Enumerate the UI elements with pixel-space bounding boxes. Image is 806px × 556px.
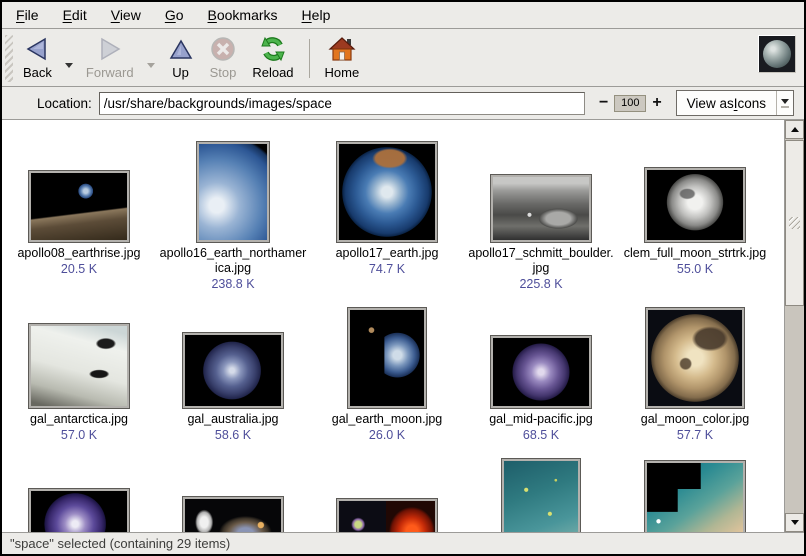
full-moon-thumbnail-icon[interactable] <box>645 168 745 242</box>
mid-pacific-thumbnail-icon[interactable] <box>491 336 591 408</box>
file-item[interactable] <box>464 455 618 532</box>
view-mode-dropdown[interactable]: View as Icons <box>676 90 794 116</box>
throbber-globe-icon <box>763 40 791 68</box>
file-item[interactable]: gal_mid-pacific.jpg 68.5 K <box>464 304 618 443</box>
menu-file[interactable]: File <box>4 3 51 27</box>
menu-help[interactable]: Help <box>290 3 343 27</box>
zoom-out-button[interactable]: − <box>593 92 614 114</box>
content-area: apollo08_earthrise.jpg 20.5 K apollo16_e… <box>2 120 804 532</box>
toolbar-separator <box>309 39 310 78</box>
reload-button[interactable]: Reload <box>244 31 301 86</box>
home-button[interactable]: Home <box>317 31 368 86</box>
back-icon <box>24 35 50 63</box>
view-mode-chevron-icon[interactable] <box>776 91 793 115</box>
file-item[interactable]: gal_earth_moon.jpg 26.0 K <box>310 304 464 443</box>
vertical-scrollbar[interactable] <box>784 120 804 532</box>
scrollbar-thumb[interactable] <box>785 140 804 306</box>
earth-thumbnail-icon[interactable] <box>29 489 129 532</box>
icon-view: apollo08_earthrise.jpg 20.5 K apollo16_e… <box>2 120 784 532</box>
file-item[interactable] <box>618 455 772 532</box>
nebula-cutout-thumbnail-icon[interactable] <box>645 461 745 532</box>
file-item[interactable]: apollo08_earthrise.jpg 20.5 K <box>2 138 156 292</box>
file-item[interactable]: apollo16_earth_northamerica.jpg 238.8 K <box>156 138 310 292</box>
australia-thumbnail-icon[interactable] <box>183 333 283 408</box>
stop-icon <box>210 35 236 63</box>
teal-nebula-thumbnail-icon[interactable] <box>502 459 580 532</box>
reload-icon <box>259 35 287 63</box>
antarctica-thumbnail-icon[interactable] <box>29 324 129 408</box>
status-text: "space" selected (containing 29 items) <box>10 536 230 551</box>
scroll-up-arrow-icon[interactable] <box>785 120 804 139</box>
zoom-level-indicator: 100 <box>614 95 646 112</box>
menu-view[interactable]: View <box>99 3 153 27</box>
forward-icon <box>97 35 123 63</box>
color-moon-thumbnail-icon[interactable] <box>646 308 744 408</box>
view-mode-label: View as Icons <box>677 91 776 115</box>
file-item[interactable]: gal_australia.jpg 58.6 K <box>156 304 310 443</box>
home-icon <box>328 35 356 63</box>
menu-go[interactable]: Go <box>153 3 196 27</box>
menu-edit[interactable]: Edit <box>51 3 99 27</box>
file-item[interactable]: apollo17_schmitt_boulder.jpg 225.8 K <box>464 138 618 292</box>
throbber <box>758 35 796 73</box>
toolbar-drag-handle[interactable] <box>5 35 13 82</box>
up-icon <box>168 35 194 63</box>
menu-bookmarks[interactable]: Bookmarks <box>196 3 290 27</box>
back-button[interactable]: Back <box>15 31 60 86</box>
forward-history-chevron-icon[interactable] <box>144 59 158 72</box>
earthrise-thumbnail-icon[interactable] <box>29 171 129 242</box>
file-item[interactable] <box>2 455 156 532</box>
location-input[interactable] <box>99 92 585 115</box>
file-item[interactable]: gal_moon_color.jpg 57.7 K <box>618 304 772 443</box>
galaxy-thumbnail-icon[interactable] <box>183 497 283 532</box>
earth-northamerica-thumbnail-icon[interactable] <box>197 142 269 242</box>
scroll-down-arrow-icon[interactable] <box>785 513 804 532</box>
toolbar: Back Forward Up Stop <box>2 29 804 87</box>
up-button[interactable]: Up <box>160 31 202 86</box>
file-manager-window: File Edit View Go Bookmarks Help Back Fo… <box>0 0 806 556</box>
file-item[interactable] <box>156 455 310 532</box>
blue-marble-thumbnail-icon[interactable] <box>337 142 437 242</box>
moon-boulder-thumbnail-icon[interactable] <box>491 175 591 242</box>
file-item[interactable]: apollo17_earth.jpg 74.7 K <box>310 138 464 292</box>
forward-button[interactable]: Forward <box>78 31 142 86</box>
back-history-chevron-icon[interactable] <box>62 59 76 72</box>
location-label: Location: <box>37 96 92 111</box>
file-item[interactable] <box>310 455 464 532</box>
nebula-montage-thumbnail-icon[interactable] <box>337 499 437 532</box>
location-bar: Location: − 100 + View as Icons <box>2 87 804 120</box>
stop-button[interactable]: Stop <box>202 31 245 86</box>
zoom-in-button[interactable]: + <box>646 92 667 114</box>
status-bar: "space" selected (containing 29 items) <box>2 532 804 554</box>
earth-moon-thumbnail-icon[interactable] <box>348 308 426 408</box>
file-item[interactable]: clem_full_moon_strtrk.jpg 55.0 K <box>618 138 772 292</box>
menu-bar: File Edit View Go Bookmarks Help <box>2 2 804 29</box>
file-item[interactable]: gal_antarctica.jpg 57.0 K <box>2 304 156 443</box>
